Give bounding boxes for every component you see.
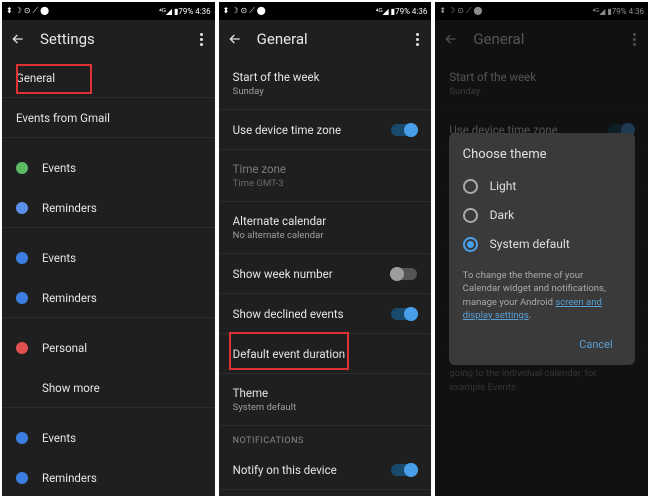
color-dot	[16, 292, 28, 304]
general-list: Start of the weekSunday Use device time …	[219, 58, 432, 496]
dialog-title: Choose theme	[463, 147, 621, 162]
cal-row[interactable]: Reminders	[2, 458, 215, 496]
row-notify[interactable]: Notify on this device	[219, 450, 432, 490]
cal-row[interactable]: Personal	[2, 328, 215, 368]
row-events-gmail[interactable]: Events from Gmail	[2, 98, 215, 138]
row-timezone: Time zoneTime GMT-3	[219, 150, 432, 202]
back-icon[interactable]	[227, 31, 243, 47]
theme-dialog: Choose theme Light Dark System default T…	[449, 133, 635, 365]
toggle-icon[interactable]	[391, 464, 417, 476]
app-bar: Settings	[2, 20, 215, 58]
toggle-icon[interactable]	[391, 124, 417, 136]
screen-settings: ⬍ ☽ ⊙ ⟋ ⬤ ⁴ᴳ◢ ▮79% 4:36 Settings General…	[2, 2, 215, 496]
radio-icon	[463, 237, 478, 252]
row-cal-notif[interactable]: Calendar notifications	[219, 490, 432, 496]
page-title: Settings	[40, 30, 182, 48]
radio-system[interactable]: System default	[463, 230, 621, 259]
cal-row[interactable]: Reminders	[2, 278, 215, 318]
row-show-more[interactable]: Show more	[2, 368, 215, 408]
radio-light[interactable]: Light	[463, 172, 621, 201]
cancel-button[interactable]: Cancel	[571, 332, 620, 357]
cal-row[interactable]: Events	[2, 238, 215, 278]
status-bar: ⬍ ☽ ⊙ ⟋ ⬤ ⁴ᴳ◢ ▮79% 4:36	[219, 2, 432, 20]
color-dot	[16, 252, 28, 264]
cal-row[interactable]: Events	[2, 148, 215, 188]
cal-row[interactable]: Events	[2, 418, 215, 458]
back-icon[interactable]	[10, 31, 26, 47]
row-start-week[interactable]: Start of the weekSunday	[219, 58, 432, 110]
color-dot	[16, 162, 28, 174]
radio-dark[interactable]: Dark	[463, 201, 621, 230]
row-declined[interactable]: Show declined events	[219, 294, 432, 334]
section-notifications: NOTIFICATIONS	[219, 426, 432, 450]
color-dot	[16, 342, 28, 354]
row-theme[interactable]: ThemeSystem default	[219, 374, 432, 426]
more-icon[interactable]	[412, 29, 423, 50]
status-right: ⁴ᴳ◢ ▮79% 4:36	[159, 7, 211, 16]
status-right: ⁴ᴳ◢ ▮79% 4:36	[376, 7, 428, 16]
screen-general: ⬍ ☽ ⊙ ⟋ ⬤ ⁴ᴳ◢ ▮79% 4:36 General Start of…	[219, 2, 432, 496]
color-dot	[16, 202, 28, 214]
radio-icon	[463, 179, 478, 194]
cal-row[interactable]: Reminders	[2, 188, 215, 228]
status-bar: ⬍ ☽ ⊙ ⟋ ⬤ ⁴ᴳ◢ ▮79% 4:36	[2, 2, 215, 20]
color-dot	[16, 472, 28, 484]
page-title: General	[257, 30, 399, 48]
settings-list: General Events from Gmail Events Reminde…	[2, 58, 215, 496]
screen-theme-dialog: ⬍ ☽ ⊙ ⟋ ⬤ ⁴ᴳ◢ ▮79% 4:36 General Start of…	[435, 2, 648, 496]
dialog-backdrop[interactable]: Choose theme Light Dark System default T…	[435, 2, 648, 496]
color-dot	[16, 432, 28, 444]
status-left: ⬍ ☽ ⊙ ⟋ ⬤	[223, 6, 266, 16]
radio-icon	[463, 208, 478, 223]
row-alt-cal[interactable]: Alternate calendarNo alternate calendar	[219, 202, 432, 254]
dialog-actions: Cancel	[463, 332, 621, 357]
more-icon[interactable]	[196, 29, 207, 50]
row-duration[interactable]: Default event duration	[219, 334, 432, 374]
toggle-icon[interactable]	[391, 308, 417, 320]
row-device-tz[interactable]: Use device time zone	[219, 110, 432, 150]
row-week-num[interactable]: Show week number	[219, 254, 432, 294]
toggle-icon[interactable]	[391, 268, 417, 280]
row-general[interactable]: General	[2, 58, 215, 98]
status-left: ⬍ ☽ ⊙ ⟋ ⬤	[6, 6, 49, 16]
dialog-body: To change the theme of your Calendar wid…	[463, 269, 621, 322]
app-bar: General	[219, 20, 432, 58]
